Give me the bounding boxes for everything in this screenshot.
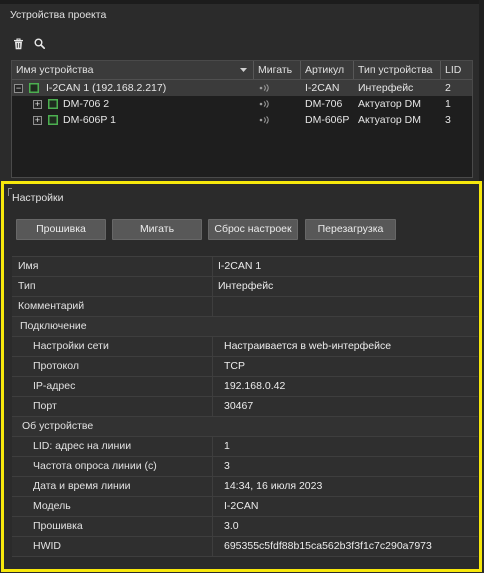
property-grid: Имя I-2CAN 1 Тип Интерфейс Комментарий П…: [12, 256, 478, 557]
table-row[interactable]: + DM-706 2 DM-706 Актуатор DM 1: [12, 96, 472, 112]
device-type-cell: Актуатор DM: [358, 98, 421, 110]
search-button[interactable]: [33, 37, 46, 50]
property-label: Комментарий: [12, 297, 213, 316]
property-label: IP-адрес: [12, 377, 213, 396]
table-body: − I-2CAN 1 (192.168.2.217) I-2CAN Интерф…: [12, 80, 472, 128]
column-header-device-type[interactable]: Тип устройства: [354, 61, 441, 79]
property-row-line-datetime[interactable]: Дата и время линии 14:34, 16 июля 2023: [12, 477, 478, 497]
expand-toggle[interactable]: +: [33, 115, 42, 125]
device-icon: [29, 83, 39, 93]
property-label: Частота опроса линии (с): [12, 457, 213, 476]
device-name: I-2CAN 1 (192.168.2.217): [46, 82, 167, 94]
property-value: 30467: [224, 400, 254, 412]
property-row-protocol[interactable]: Протокол TCP: [12, 357, 478, 377]
signal-icon[interactable]: [259, 100, 270, 108]
reboot-button[interactable]: Перезагрузка: [305, 219, 396, 240]
property-category-connection[interactable]: Подключение: [12, 317, 478, 337]
blink-cell: [254, 80, 301, 96]
collapse-toggle[interactable]: −: [14, 83, 23, 93]
settings-panel: Настройки Прошивка Мигать Сброс настроек…: [1, 181, 482, 572]
blink-cell: [254, 112, 301, 128]
signal-icon[interactable]: [259, 116, 270, 124]
property-label: Тип: [12, 277, 213, 296]
column-header-blink[interactable]: Мигать: [254, 61, 301, 79]
category-label: Подключение: [20, 320, 87, 332]
property-row-type[interactable]: Тип Интерфейс: [12, 277, 478, 297]
device-name-cell: + DM-706 2: [12, 96, 254, 112]
lid-cell: 1: [445, 98, 451, 110]
property-label: Протокол: [12, 357, 213, 376]
article-cell: I-2CAN: [305, 82, 340, 94]
device-name: DM-706 2: [63, 98, 110, 110]
property-value: 695355c5fdf88b15ca562b3f3f1c7c290a7973: [224, 540, 432, 552]
property-row-poll-rate[interactable]: Частота опроса линии (с) 3: [12, 457, 478, 477]
property-value: 1: [224, 440, 230, 452]
property-value: 192.168.0.42: [224, 380, 286, 392]
lid-cell: 2: [445, 82, 451, 94]
property-row-firmware[interactable]: Прошивка 3.0: [12, 517, 478, 537]
table-header: Имя устройства Мигать Артикул Тип устрой…: [12, 61, 472, 80]
property-row-port[interactable]: Порт 30467: [12, 397, 478, 417]
device-table: Имя устройства Мигать Артикул Тип устрой…: [11, 60, 473, 178]
property-value: 3.0: [224, 520, 239, 532]
lid-cell: 3: [445, 114, 451, 126]
property-value: Интерфейс: [218, 280, 274, 292]
property-value[interactable]: [213, 297, 478, 316]
window-right-edge: [479, 0, 484, 181]
device-icon: [48, 99, 58, 109]
column-header-article[interactable]: Артикул: [301, 61, 354, 79]
firmware-button[interactable]: Прошивка: [16, 219, 106, 240]
property-value: Настраивается в web-интерфейсе: [224, 340, 392, 352]
property-value: TCP: [224, 360, 245, 372]
property-label: Настройки сети: [12, 337, 213, 356]
device-name-cell: + DM-606P 1: [12, 112, 254, 128]
category-label: Об устройстве: [22, 420, 94, 432]
app-window: Устройства проекта Имя устройства Мигать…: [0, 0, 484, 573]
property-label: Прошивка: [12, 517, 213, 536]
property-row-hwid[interactable]: HWID 695355c5fdf88b15ca562b3f3f1c7c290a7…: [12, 537, 478, 557]
device-type-cell: Актуатор DM: [358, 114, 421, 126]
blink-button[interactable]: Мигать: [112, 219, 202, 240]
property-category-device-info[interactable]: Об устройстве: [12, 417, 478, 437]
device-icon: [48, 115, 58, 125]
column-header-name[interactable]: Имя устройства: [12, 61, 254, 79]
property-value: 14:34, 16 июля 2023: [224, 480, 323, 492]
column-header-lid[interactable]: LID: [441, 61, 472, 79]
signal-icon[interactable]: [259, 84, 270, 92]
devices-toolbar: [12, 37, 46, 50]
devices-panel: Устройства проекта Имя устройства Мигать…: [0, 0, 479, 181]
property-value: 3: [224, 460, 230, 472]
property-row-model[interactable]: Модель I-2CAN: [12, 497, 478, 517]
property-row-name[interactable]: Имя I-2CAN 1: [12, 257, 478, 277]
delete-device-button[interactable]: [12, 37, 25, 50]
property-row-ip-address[interactable]: IP-адрес 192.168.0.42: [12, 377, 478, 397]
property-label: Дата и время линии: [12, 477, 213, 496]
device-type-cell: Интерфейс: [358, 82, 414, 94]
table-row[interactable]: − I-2CAN 1 (192.168.2.217) I-2CAN Интерф…: [12, 80, 472, 96]
settings-title: Настройки: [12, 192, 64, 204]
device-name: DM-606P 1: [63, 114, 116, 126]
property-row-lid[interactable]: LID: адрес на линии 1: [12, 437, 478, 457]
property-label: Порт: [12, 397, 213, 416]
article-cell: DM-606P: [305, 114, 350, 126]
property-label: LID: адрес на линии: [12, 437, 213, 456]
property-row-comment[interactable]: Комментарий: [12, 297, 478, 317]
reset-settings-button[interactable]: Сброс настроек: [208, 219, 298, 240]
property-value[interactable]: I-2CAN 1: [213, 257, 478, 276]
article-cell: DM-706: [305, 98, 343, 110]
trash-icon: [14, 37, 23, 49]
property-label: Модель: [12, 497, 213, 516]
device-name-cell: − I-2CAN 1 (192.168.2.217): [12, 80, 254, 96]
chevron-down-icon[interactable]: [240, 68, 247, 72]
devices-panel-title: Устройства проекта: [10, 9, 107, 21]
expand-toggle[interactable]: +: [33, 99, 42, 109]
blink-cell: [254, 96, 301, 112]
property-label: HWID: [12, 537, 213, 556]
property-value: I-2CAN: [224, 500, 259, 512]
property-label: Имя: [12, 257, 213, 276]
property-row-network-settings[interactable]: Настройки сети Настраивается в web-интер…: [12, 337, 478, 357]
column-header-label: Имя устройства: [16, 64, 94, 76]
search-icon: [34, 38, 45, 49]
table-row[interactable]: + DM-606P 1 DM-606P Актуатор DM 3: [12, 112, 472, 128]
